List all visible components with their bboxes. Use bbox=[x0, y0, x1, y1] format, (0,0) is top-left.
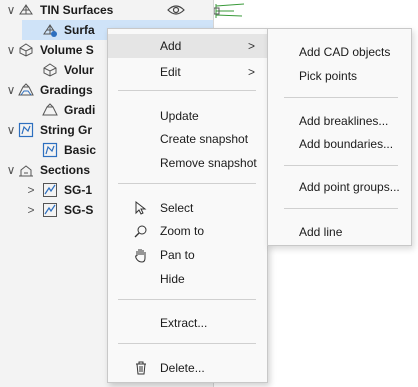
string-group-icon bbox=[42, 142, 58, 158]
tree-label: Gradi bbox=[64, 103, 96, 117]
tree-label: Sections bbox=[40, 163, 91, 177]
chevron-right-icon[interactable]: > bbox=[26, 200, 36, 220]
submenu-arrow-icon: > bbox=[247, 65, 255, 79]
trash-icon bbox=[136, 361, 146, 375]
tree-label: String Gr bbox=[40, 123, 93, 137]
menu-item-extract[interactable]: Extract... bbox=[108, 311, 267, 335]
submenu-item-add-point-groups[interactable]: Add point groups... bbox=[268, 175, 411, 199]
tree-label: Volur bbox=[64, 63, 94, 77]
string-group-icon bbox=[18, 122, 34, 138]
menu-item-update[interactable]: Update bbox=[108, 104, 267, 128]
tree-row-tin-surfaces[interactable]: ∨ TIN Surfaces bbox=[0, 0, 213, 20]
submenu-item-add-cad-objects[interactable]: Add CAD objects bbox=[268, 40, 411, 64]
add-submenu: Add CAD objects Pick points Add breaklin… bbox=[267, 28, 412, 246]
chevron-down-icon[interactable]: ∨ bbox=[6, 160, 16, 180]
tree-label: Surfa bbox=[64, 23, 95, 37]
tree-label: SG-S bbox=[64, 203, 94, 217]
menu-item-label: Update bbox=[160, 109, 199, 123]
menu-item-label: Hide bbox=[160, 272, 185, 286]
menu-item-edit[interactable]: Edit > bbox=[108, 60, 267, 84]
menu-item-pan-to[interactable]: Pan to bbox=[108, 243, 267, 267]
drawing-canvas-fragment[interactable] bbox=[214, 0, 418, 30]
cursor-icon bbox=[135, 200, 147, 215]
tree-label: Gradings bbox=[40, 83, 93, 97]
menu-separator bbox=[118, 90, 256, 91]
menu-separator bbox=[118, 343, 256, 344]
tin-surface-icon bbox=[43, 24, 57, 37]
menu-item-add[interactable]: Add > bbox=[108, 34, 267, 58]
menu-item-delete[interactable]: Delete... bbox=[108, 356, 267, 380]
volume-surface-icon bbox=[43, 63, 57, 77]
grading-icon bbox=[42, 103, 58, 116]
menu-item-label: Delete... bbox=[160, 361, 205, 375]
menu-separator bbox=[118, 299, 256, 300]
menu-item-zoom-to[interactable]: Zoom to bbox=[108, 219, 267, 243]
submenu-item-add-line[interactable]: Add line bbox=[268, 220, 411, 244]
chevron-down-icon[interactable]: ∨ bbox=[6, 0, 16, 20]
menu-item-label: Edit bbox=[160, 65, 181, 79]
tree-label: TIN Surfaces bbox=[40, 3, 114, 17]
submenu-item-label: Add point groups... bbox=[299, 180, 400, 194]
menu-item-label: Add bbox=[160, 39, 182, 53]
section-group-icon bbox=[43, 203, 57, 217]
tree-label: SG-1 bbox=[64, 183, 93, 197]
menu-item-label: Remove snapshot bbox=[160, 156, 257, 170]
submenu-item-label: Add CAD objects bbox=[299, 45, 391, 59]
menu-separator bbox=[284, 208, 398, 209]
chevron-right-icon[interactable]: > bbox=[26, 180, 36, 200]
submenu-item-add-boundaries[interactable]: Add boundaries... bbox=[268, 132, 411, 156]
submenu-arrow-icon: > bbox=[247, 39, 255, 53]
menu-item-create-snapshot[interactable]: Create snapshot bbox=[108, 127, 267, 151]
context-menu: Add > Edit > Update Create snapshot Remo… bbox=[107, 28, 268, 383]
menu-item-select[interactable]: Select bbox=[108, 196, 267, 220]
menu-item-label: Pan to bbox=[160, 248, 195, 262]
chevron-down-icon[interactable]: ∨ bbox=[6, 120, 16, 140]
tree-label: Basic bbox=[64, 143, 97, 157]
grading-icon bbox=[18, 83, 34, 96]
menu-separator bbox=[284, 165, 398, 166]
chevron-down-icon[interactable]: ∨ bbox=[6, 40, 16, 60]
eye-icon[interactable] bbox=[167, 3, 185, 17]
chevron-down-icon[interactable]: ∨ bbox=[6, 80, 16, 100]
menu-separator bbox=[118, 183, 256, 184]
magnifier-icon bbox=[134, 225, 147, 238]
submenu-item-label: Pick points bbox=[299, 69, 358, 83]
menu-item-label: Extract... bbox=[160, 316, 208, 330]
submenu-item-pick-points[interactable]: Pick points bbox=[268, 64, 411, 88]
tree-label: Volume S bbox=[40, 43, 94, 57]
menu-item-label: Select bbox=[160, 201, 194, 215]
tin-surface-icon bbox=[19, 4, 33, 15]
submenu-item-add-breaklines[interactable]: Add breaklines... bbox=[268, 109, 411, 133]
menu-item-label: Zoom to bbox=[160, 224, 205, 238]
submenu-item-label: Add line bbox=[299, 225, 343, 239]
menu-item-remove-snapshot[interactable]: Remove snapshot bbox=[108, 151, 267, 175]
menu-separator bbox=[284, 97, 398, 98]
section-group-icon bbox=[43, 183, 57, 197]
menu-item-label: Create snapshot bbox=[160, 132, 249, 146]
hand-icon bbox=[135, 249, 146, 263]
section-icon bbox=[19, 165, 33, 177]
menu-item-hide[interactable]: Hide bbox=[108, 267, 267, 291]
submenu-item-label: Add boundaries... bbox=[299, 137, 394, 151]
volume-surface-icon bbox=[19, 43, 33, 57]
submenu-item-label: Add breaklines... bbox=[299, 114, 389, 128]
